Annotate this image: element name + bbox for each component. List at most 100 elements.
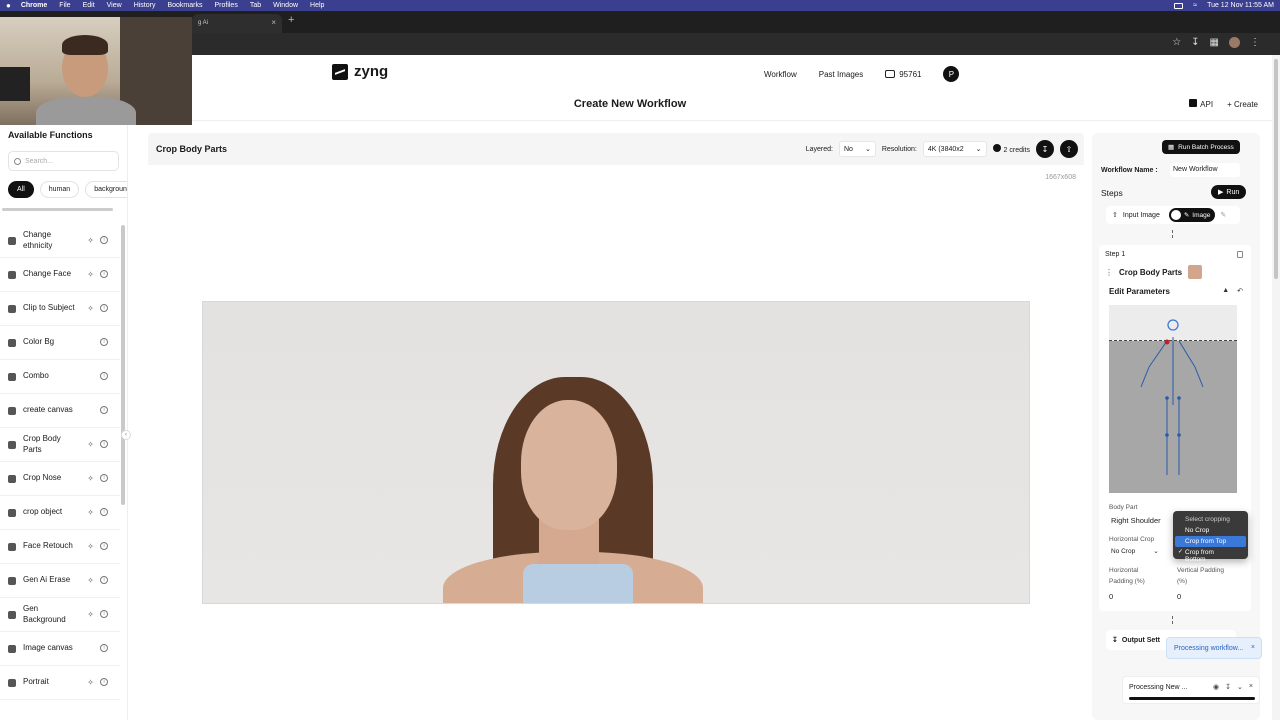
- menu-app-name[interactable]: Chrome: [21, 2, 47, 9]
- collapse-sidebar-icon[interactable]: ‹: [121, 430, 131, 440]
- dropdown-option-crop-top[interactable]: Crop from Top: [1175, 536, 1246, 547]
- info-icon[interactable]: i: [100, 610, 108, 618]
- info-icon[interactable]: i: [100, 440, 108, 448]
- info-icon[interactable]: i: [100, 338, 108, 346]
- workflow-name-input[interactable]: New Workflow: [1170, 163, 1240, 177]
- menu-window[interactable]: Window: [273, 2, 298, 9]
- info-icon[interactable]: i: [100, 644, 108, 652]
- filter-chip-background[interactable]: background: [85, 181, 127, 198]
- clock[interactable]: Tue 12 Nov 11:55 AM: [1207, 2, 1274, 9]
- info-icon[interactable]: i: [100, 270, 108, 278]
- function-item[interactable]: Gen Ai Erase ✧ i: [0, 564, 120, 598]
- trash-icon[interactable]: [1237, 251, 1243, 258]
- drag-handle-icon[interactable]: ⋮: [1105, 268, 1113, 277]
- wifi-icon[interactable]: ≈: [1193, 2, 1197, 9]
- menu-tab[interactable]: Tab: [250, 2, 261, 9]
- chevron-down-icon[interactable]: ⌄: [1237, 683, 1243, 691]
- image-toggle[interactable]: ✎ Image: [1168, 208, 1216, 222]
- info-icon[interactable]: i: [100, 304, 108, 312]
- dropdown-option-placeholder: Select cropping: [1185, 516, 1230, 523]
- function-item[interactable]: create canvas i: [0, 394, 120, 428]
- profile-avatar[interactable]: P: [943, 66, 960, 82]
- function-icon: [8, 508, 16, 517]
- function-item[interactable]: Combo i: [0, 360, 120, 394]
- close-icon[interactable]: ×: [1249, 683, 1253, 691]
- info-icon[interactable]: i: [100, 678, 108, 686]
- nav-workflow[interactable]: Workflow: [764, 70, 797, 79]
- menu-profiles[interactable]: Profiles: [214, 2, 237, 9]
- browser-tab[interactable]: g Ai ×: [192, 14, 282, 33]
- horizontal-crop-select[interactable]: No Crop ⌄: [1111, 547, 1159, 555]
- function-name: Combo: [23, 371, 49, 381]
- function-item[interactable]: Crop Nose ✧ i: [0, 462, 120, 496]
- left-arm-upper: [1148, 340, 1168, 368]
- menu-file[interactable]: File: [59, 2, 70, 9]
- info-icon[interactable]: i: [100, 576, 108, 584]
- collapse-caret-icon[interactable]: ▲: [1222, 287, 1229, 295]
- undo-icon[interactable]: ↶: [1237, 287, 1243, 295]
- dropdown-option-crop-bottom[interactable]: Crop from Bottom: [1175, 547, 1246, 563]
- new-tab-icon[interactable]: +: [288, 14, 294, 26]
- eye-icon[interactable]: ◉: [1213, 683, 1219, 691]
- bookmark-star-icon[interactable]: ☆: [1172, 37, 1181, 48]
- function-item[interactable]: Image canvas i: [0, 632, 120, 666]
- function-item[interactable]: Color Bg i: [0, 326, 120, 360]
- function-item[interactable]: Gen Background ✧ i: [0, 598, 120, 632]
- info-icon[interactable]: i: [100, 542, 108, 550]
- info-icon[interactable]: i: [100, 406, 108, 414]
- layered-select[interactable]: No ⌄: [838, 141, 876, 157]
- battery-icon[interactable]: [1174, 2, 1184, 9]
- menu-help[interactable]: Help: [310, 2, 324, 9]
- function-item[interactable]: Change Face ✧ i: [0, 258, 120, 292]
- close-toast-icon[interactable]: ×: [1251, 644, 1255, 651]
- browser-profile-avatar[interactable]: [1229, 37, 1240, 48]
- download-icon: ↧: [1112, 637, 1118, 644]
- info-icon[interactable]: i: [100, 474, 108, 482]
- menu-bookmarks[interactable]: Bookmarks: [167, 2, 202, 9]
- menu-view[interactable]: View: [107, 2, 122, 9]
- function-item[interactable]: Portrait ✧ i: [0, 666, 120, 700]
- vertical-padding-input[interactable]: 0: [1177, 592, 1181, 601]
- input-image-card[interactable]: ⇧ Input Image ✎ Image ✎: [1106, 206, 1240, 224]
- function-item[interactable]: Crop Body Parts ✧ i: [0, 428, 120, 462]
- sidebar-scrollbar[interactable]: [121, 225, 125, 505]
- horizontal-padding-input[interactable]: 0: [1109, 592, 1113, 601]
- edit-pencil-icon[interactable]: ✎: [1220, 211, 1226, 219]
- run-batch-button[interactable]: ▦ Run Batch Process: [1162, 140, 1240, 154]
- nav-past-images[interactable]: Past Images: [819, 70, 863, 79]
- function-item[interactable]: Face Retouch ✧ i: [0, 530, 120, 564]
- function-item[interactable]: Change ethnicity ✧ i: [0, 224, 120, 258]
- export-button[interactable]: ⇧: [1060, 140, 1078, 158]
- search-input[interactable]: Search...: [8, 151, 119, 171]
- info-icon[interactable]: i: [100, 236, 108, 244]
- body-pose-preview[interactable]: [1109, 305, 1237, 493]
- info-icon[interactable]: i: [100, 508, 108, 516]
- browser-menu-icon[interactable]: ⋮: [1250, 37, 1260, 48]
- download-icon[interactable]: ↧: [1191, 37, 1199, 48]
- extensions-icon[interactable]: ▦: [1210, 37, 1219, 48]
- download-button[interactable]: ↧: [1036, 140, 1054, 158]
- step-thumbnail: [1188, 265, 1203, 279]
- dropdown-option-no-crop[interactable]: No Crop: [1175, 525, 1246, 536]
- download-icon[interactable]: ↧: [1225, 683, 1231, 691]
- api-button[interactable]: API: [1189, 99, 1213, 109]
- body-part-select[interactable]: Right Shoulder: [1111, 516, 1161, 525]
- page-scrollbar-thumb[interactable]: [1274, 59, 1278, 279]
- menu-edit[interactable]: Edit: [83, 2, 95, 9]
- filter-chip-human[interactable]: human: [39, 181, 80, 198]
- function-item[interactable]: crop object ✧ i: [0, 496, 120, 530]
- info-icon[interactable]: i: [100, 372, 108, 380]
- create-button[interactable]: + Create: [1227, 100, 1258, 109]
- run-button[interactable]: ▶ Run: [1211, 185, 1247, 199]
- filter-scrollbar[interactable]: [2, 208, 113, 211]
- step-connector: [1172, 230, 1173, 238]
- credits-balance[interactable]: 95761: [885, 70, 921, 79]
- page-scrollbar[interactable]: [1272, 55, 1280, 720]
- function-item[interactable]: Clip to Subject ✧ i: [0, 292, 120, 326]
- resolution-select[interactable]: 4K (3840x2 ⌄: [922, 141, 987, 157]
- logo[interactable]: zyng: [332, 63, 388, 80]
- apple-icon[interactable]: ●: [6, 1, 11, 10]
- menu-history[interactable]: History: [134, 2, 156, 9]
- close-tab-icon[interactable]: ×: [271, 18, 276, 27]
- filter-chip-all[interactable]: All: [8, 181, 34, 198]
